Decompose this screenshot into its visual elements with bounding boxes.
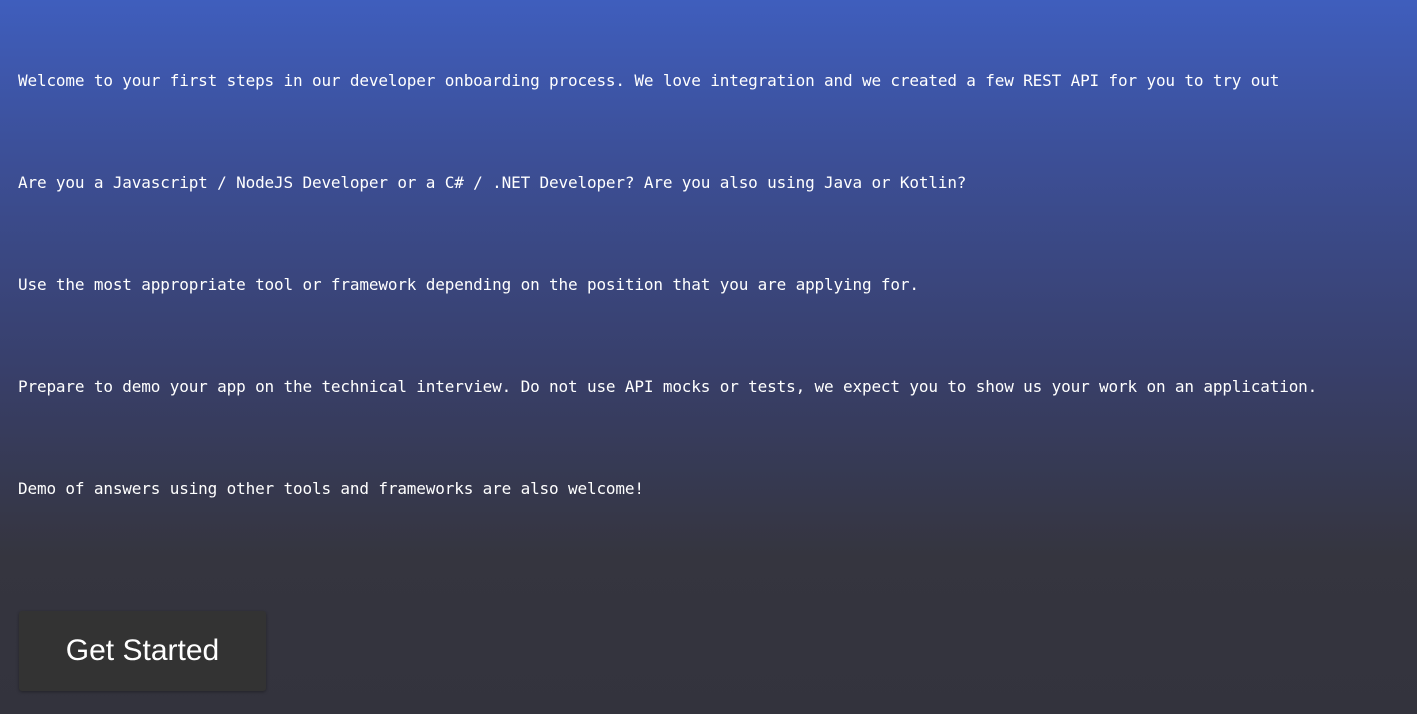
get-started-button[interactable]: Get Started	[19, 611, 266, 691]
intro-paragraph-languages: Are you a Javascript / NodeJS Developer …	[18, 173, 967, 192]
intro-paragraph-other-tools: Demo of answers using other tools and fr…	[18, 479, 644, 498]
intro-paragraph-welcome: Welcome to your first steps in our devel…	[18, 71, 1280, 90]
intro-paragraph-tools: Use the most appropriate tool or framewo…	[18, 275, 919, 294]
intro-paragraph-demo-instructions: Prepare to demo your app on the technica…	[18, 377, 1318, 396]
